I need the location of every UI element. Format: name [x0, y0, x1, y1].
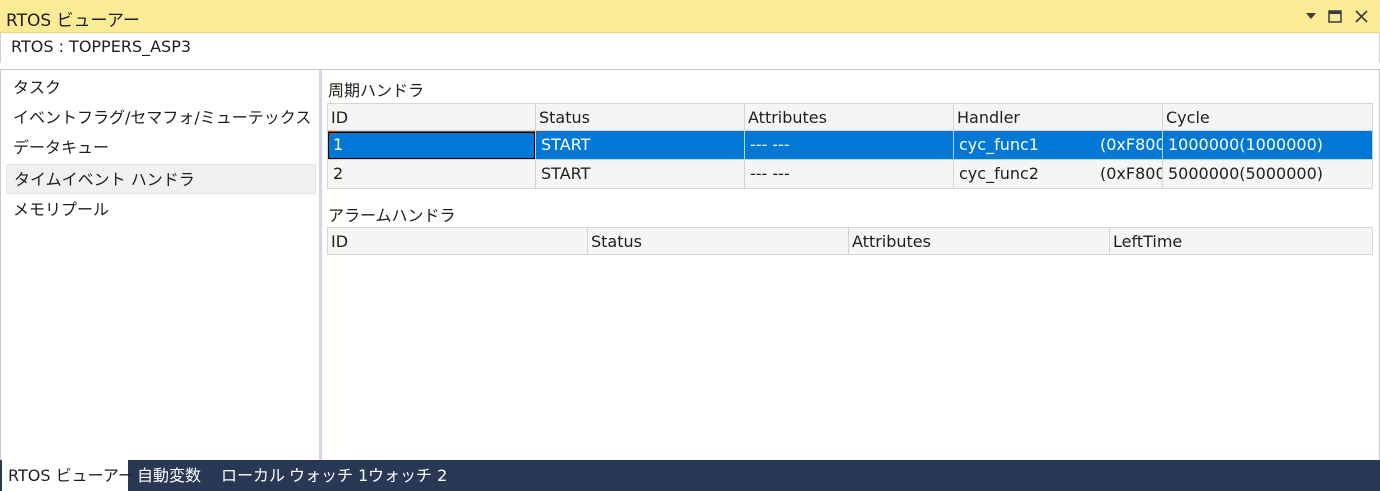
sidebar-item-label: イベントフラグ/セマフォ/ミューテックス [13, 108, 312, 127]
alarm-handler-title: アラームハンドラ [328, 206, 456, 225]
window-title: RTOS ビューアー [6, 11, 140, 31]
rtos-info-bar: RTOS : TOPPERS_ASP3 [0, 33, 1380, 63]
cell-status[interactable]: START [536, 160, 745, 189]
cell-handler[interactable]: cyc_func2 (0xF800 [954, 160, 1163, 189]
info-separator [0, 63, 1380, 70]
column-header-id[interactable]: ID [327, 227, 588, 255]
cell-status[interactable]: START [536, 131, 745, 160]
cell-id[interactable]: 2 [327, 160, 536, 189]
column-header-cycle[interactable]: Cycle [1163, 103, 1373, 131]
sidebar-item-eventflag-semaphore-mutex[interactable]: イベントフラグ/セマフォ/ミューテックス [6, 103, 316, 133]
rtos-info-label: RTOS : TOPPERS_ASP3 [11, 37, 192, 56]
handler-name: cyc_func2 [959, 164, 1039, 183]
tab-locals[interactable]: ローカル [215, 460, 285, 491]
cyclic-handler-title: 周期ハンドラ [328, 81, 425, 100]
sidebar-item-label: メモリプール [13, 200, 110, 219]
tab-rtos-viewer[interactable]: RTOS ビューアー [2, 460, 134, 491]
column-header-handler[interactable]: Handler [954, 103, 1163, 131]
sidebar-item-task[interactable]: タスク [6, 73, 316, 103]
cell-cycle[interactable]: 1000000(1000000) [1163, 131, 1373, 160]
main-area: タスク イベントフラグ/セマフォ/ミューテックス データキュー タイムイベント … [0, 70, 1380, 460]
cell-cycle[interactable]: 5000000(5000000) [1163, 160, 1373, 189]
handler-name: cyc_func1 [959, 135, 1039, 154]
column-header-id[interactable]: ID [327, 103, 536, 131]
close-icon[interactable] [1350, 4, 1372, 28]
tool-window-tabs: RTOS ビューアー 自動変数 ローカル ウォッチ 1 ウォッチ 2 [0, 460, 1380, 491]
column-header-attributes[interactable]: Attributes [849, 227, 1110, 255]
sidebar-item-memory-pool[interactable]: メモリプール [6, 195, 316, 225]
column-header-attributes[interactable]: Attributes [745, 103, 954, 131]
triangle-down-icon[interactable] [1300, 4, 1322, 28]
sidebar-item-dataqueue[interactable]: データキュー [6, 133, 316, 163]
sidebar-item-label: データキュー [13, 138, 110, 157]
cell-id[interactable]: 1 [327, 131, 536, 160]
sidebar-item-time-event-handler[interactable]: タイムイベント ハンドラ [6, 164, 316, 194]
column-header-status[interactable]: Status [588, 227, 849, 255]
column-header-status[interactable]: Status [536, 103, 745, 131]
time-event-handler-pane: 周期ハンドラ ID Status Attributes Handler Cycl… [322, 70, 1378, 460]
rtos-viewer-window: RTOS ビューアー RTOS : TOPPERS_ASP3 タスク イベントフ… [0, 0, 1380, 491]
cell-handler[interactable]: cyc_func1 (0xF800 [954, 131, 1163, 160]
cell-attributes[interactable]: --- --- [745, 160, 954, 189]
sidebar-item-label: タイムイベント ハンドラ [14, 170, 195, 189]
tab-autos[interactable]: 自動変数 [131, 460, 215, 491]
handler-address: (0xF800 [1100, 164, 1163, 183]
object-category-list: タスク イベントフラグ/セマフォ/ミューテックス データキュー タイムイベント … [1, 70, 319, 460]
cell-attributes[interactable]: --- --- [745, 131, 954, 160]
tab-watch-1[interactable]: ウォッチ 1 [283, 460, 368, 491]
title-bar: RTOS ビューアー [0, 0, 1380, 33]
maximize-icon[interactable] [1324, 4, 1346, 28]
sidebar-item-label: タスク [13, 78, 62, 97]
tab-watch-2[interactable]: ウォッチ 2 [362, 460, 447, 491]
handler-address: (0xF800 [1100, 135, 1163, 154]
column-header-lefttime[interactable]: LeftTime [1110, 227, 1373, 255]
